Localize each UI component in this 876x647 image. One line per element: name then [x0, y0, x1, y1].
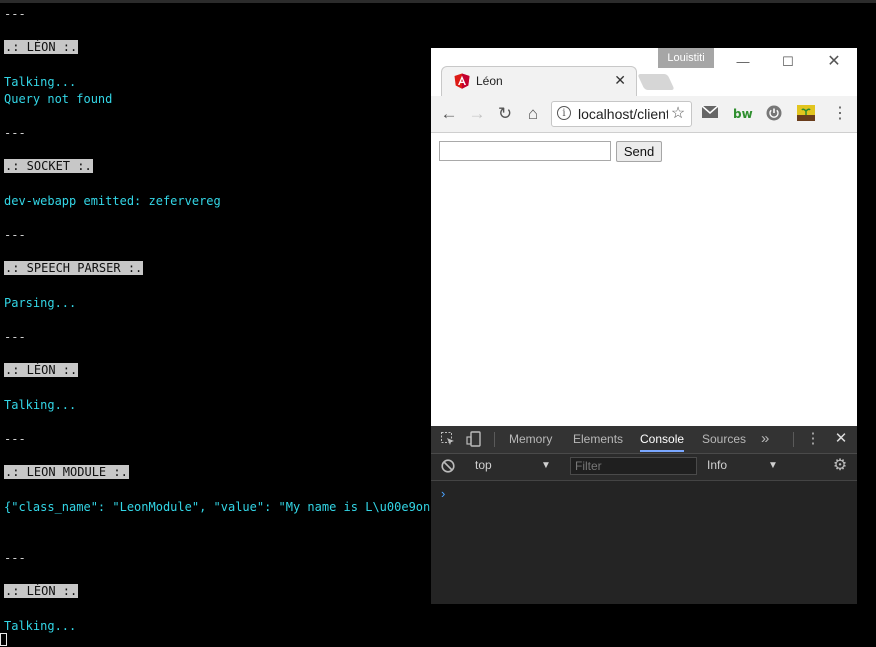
- terminal-line: Parsing...: [4, 296, 77, 310]
- new-tab-button[interactable]: [637, 74, 675, 90]
- clear-console-icon[interactable]: [440, 459, 456, 475]
- home-icon[interactable]: ⌂: [522, 103, 544, 125]
- terminal-line: dev-webapp emitted: zefervereg: [4, 194, 221, 208]
- terminal-line-header: .: LÉON :.: [4, 584, 79, 598]
- terminal-line-header: .: SPEECH PARSER :.: [4, 261, 144, 275]
- terminal-line-separator: ---: [4, 228, 26, 242]
- devtools-menu-icon[interactable]: ⋮: [805, 431, 821, 447]
- browser-titlebar[interactable]: Louistiti — ☐ ✕ Léon ✕: [431, 48, 857, 96]
- tab-memory[interactable]: Memory: [509, 426, 552, 452]
- console-filterbar: top ▼ Filter Info ▼ ⚙: [431, 454, 857, 481]
- terminal-line: Talking...: [4, 398, 77, 412]
- log-level-selector[interactable]: Info: [707, 458, 727, 472]
- browser-window: Louistiti — ☐ ✕ Léon ✕ ← → ↻ ⌂ i localho…: [431, 48, 857, 604]
- address-url: localhost/client: [578, 106, 670, 122]
- context-dropdown-icon[interactable]: ▼: [541, 460, 551, 471]
- forward-icon[interactable]: →: [466, 103, 488, 125]
- section-header: .: LÉON :.: [4, 363, 79, 377]
- tab-sources[interactable]: Sources: [702, 426, 746, 452]
- minimize-icon[interactable]: —: [733, 54, 753, 69]
- devtools-divider: [494, 432, 495, 447]
- terminal-line-separator: ---: [4, 7, 26, 21]
- menu-kebab-icon[interactable]: ⋮: [829, 103, 851, 125]
- terminal-line-header: .: LEON MODULE :.: [4, 465, 129, 479]
- level-dropdown-icon[interactable]: ▼: [768, 460, 778, 471]
- section-header: .: LÉON :.: [4, 584, 79, 598]
- section-header: .: SOCKET :.: [4, 159, 93, 173]
- terminal-line-separator: ---: [4, 126, 26, 140]
- tab-close-icon[interactable]: ✕: [614, 72, 626, 89]
- terminal-line: Talking...: [4, 619, 77, 633]
- terminal-line-header: .: LÉON :.: [4, 363, 79, 377]
- maximize-icon[interactable]: ☐: [778, 54, 798, 70]
- info-icon[interactable]: i: [557, 106, 571, 120]
- section-header: .: LÉON :.: [4, 40, 79, 54]
- angular-icon: [454, 73, 470, 89]
- devtools-tabbar: Memory Elements Console Sources » ⋮ ✕: [431, 426, 857, 454]
- terminal-cursor: [0, 633, 7, 646]
- devtools-divider: [793, 432, 794, 447]
- profile-badge[interactable]: Louistiti: [658, 48, 714, 68]
- terminal-line-separator: ---: [4, 551, 26, 565]
- send-button[interactable]: Send: [616, 141, 662, 162]
- tab-console[interactable]: Console: [640, 426, 685, 452]
- terminal-line-separator: ---: [4, 330, 26, 344]
- more-tabs-icon[interactable]: »: [761, 426, 769, 452]
- close-window-icon[interactable]: ✕: [824, 51, 844, 71]
- context-selector[interactable]: top: [475, 458, 492, 472]
- terminal-line: Talking...: [4, 75, 77, 89]
- devtools-panel: Memory Elements Console Sources » ⋮ ✕ to…: [431, 426, 857, 604]
- console-prompt[interactable]: ›: [441, 486, 445, 501]
- console-filter-input[interactable]: Filter: [570, 457, 697, 475]
- section-header: .: SPEECH PARSER :.: [4, 261, 144, 275]
- tab-elements[interactable]: Elements: [573, 426, 623, 452]
- page-content: Send: [431, 133, 857, 426]
- window-top-strip: [0, 0, 876, 3]
- message-input[interactable]: [439, 141, 611, 161]
- browser-tab[interactable]: Léon ✕: [441, 66, 637, 96]
- terminal-line-header: .: SOCKET :.: [4, 159, 93, 173]
- bw-extension-icon[interactable]: bw: [733, 105, 753, 123]
- console-settings-gear-icon[interactable]: ⚙: [832, 458, 848, 474]
- reload-icon[interactable]: ↻: [494, 103, 516, 125]
- back-icon[interactable]: ←: [438, 103, 460, 125]
- terminal-line-header: .: LÉON :.: [4, 40, 79, 54]
- browser-toolbar: ← → ↻ ⌂ i localhost/client ☆ bw ⋮: [431, 96, 857, 133]
- mail-extension-icon[interactable]: [701, 105, 719, 123]
- plant-extension-icon[interactable]: [797, 105, 815, 123]
- terminal-line: Query not found: [4, 92, 113, 106]
- device-toolbar-icon[interactable]: [466, 431, 482, 447]
- devtools-close-icon[interactable]: ✕: [833, 431, 849, 447]
- bookmark-star-icon[interactable]: ☆: [668, 104, 688, 124]
- power-extension-icon[interactable]: [765, 105, 783, 123]
- section-header: .: LEON MODULE :.: [4, 465, 129, 479]
- tab-title: Léon: [476, 74, 503, 88]
- inspect-element-icon[interactable]: [440, 431, 456, 447]
- terminal-line: {"class_name": "LeonModule", "value": "M…: [4, 500, 445, 514]
- terminal-line-separator: ---: [4, 432, 26, 446]
